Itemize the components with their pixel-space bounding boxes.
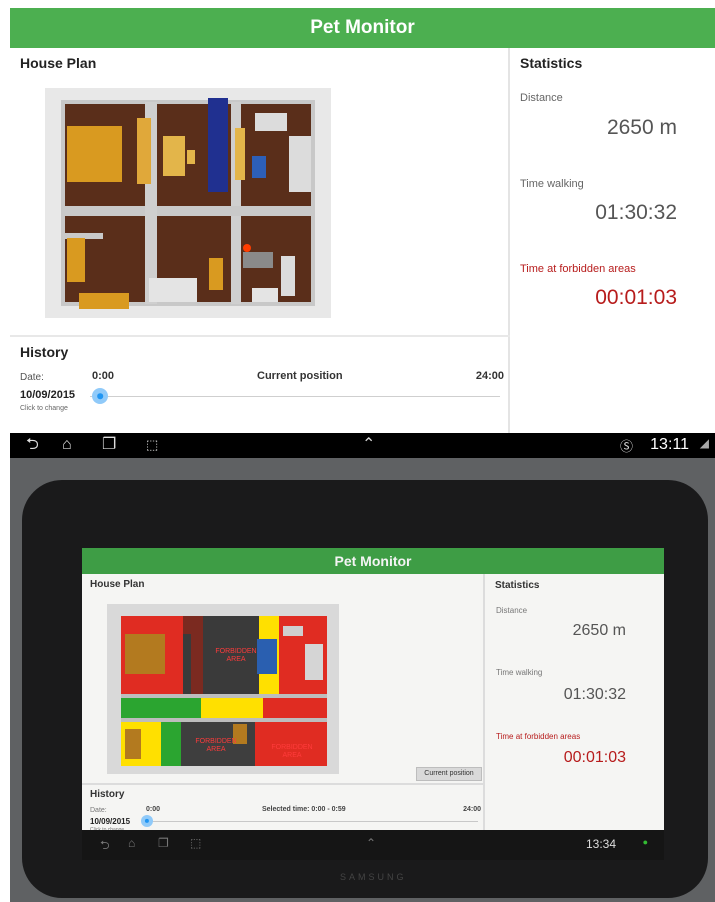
tablet-history-section: History Date: 10/09/2015 Click to change…	[82, 783, 485, 833]
distance-value: 2650 m	[606, 116, 677, 139]
history-slider-thumb[interactable]	[92, 388, 109, 404]
tablet-house-plan-panel: House Plan FORBIDDEN AREA FORBIDDEN AREA…	[82, 574, 485, 833]
recent-apps-icon[interactable]: ❐	[102, 435, 116, 455]
tablet-app-title: Pet Monitor	[334, 553, 412, 569]
system-navigation-bar: ⮌ ⌂ ❐ ⬚ ⌃ Ⓢ 13:11 ◢	[10, 433, 715, 458]
date-label: Date:	[20, 372, 44, 383]
tablet-date-label: Date:	[90, 807, 107, 814]
tablet-statistics-panel: Statistics Distance 2650 m Time walking …	[487, 574, 664, 830]
tablet-signal-icon: ●	[642, 837, 648, 847]
pet-location-marker	[243, 244, 251, 252]
distance-label: Distance	[520, 92, 563, 104]
statistics-title: Statistics	[520, 55, 583, 71]
tablet-time-walking-label: Time walking	[496, 668, 543, 677]
history-end-time: 24:00	[475, 370, 504, 382]
house-plan-panel: House Plan History Date: 10/09/2015 Clic…	[10, 48, 510, 433]
tablet-distance-value: 2650 m	[572, 622, 626, 639]
tablet-device: Pet Monitor House Plan FORBIDDEN AREA FO…	[22, 480, 708, 898]
tablet-slider-thumb[interactable]	[141, 815, 153, 827]
tablet-distance-label: Distance	[496, 606, 528, 615]
statistics-panel: Statistics Distance 2650 m Time walking …	[512, 48, 715, 433]
history-start-time: 0:00	[92, 370, 115, 382]
back-icon[interactable]: ⮌	[26, 435, 39, 455]
tablet-screenshot-icon[interactable]: ⬚	[190, 836, 201, 850]
chevron-up-icon[interactable]: ⌃	[362, 435, 375, 455]
selected-time-label: Selected time: 0:00 - 0:59	[262, 806, 346, 813]
tablet-history-start-time: 0:00	[146, 806, 161, 813]
forbidden-area-label-1: FORBIDDEN AREA	[215, 648, 257, 663]
tablet-history-end-time: 24:00	[463, 806, 481, 813]
date-change-hint[interactable]: Click to change	[20, 405, 68, 412]
tablet-chevron-up-icon[interactable]: ⌃	[366, 836, 376, 850]
tablet-house-plan-map[interactable]: FORBIDDEN AREA FORBIDDEN AREA FORBIDDEN …	[107, 604, 339, 774]
time-walking-label: Time walking	[520, 178, 584, 190]
signal-icon: ◢	[699, 436, 709, 450]
history-section: History Date: 10/09/2015 Click to change…	[10, 335, 510, 433]
time-walking-value: 01:30:32	[595, 201, 677, 224]
app-screenshot: Pet Monitor House Plan History Date: 10/…	[10, 8, 715, 433]
current-position-label: Current position	[257, 370, 343, 382]
home-icon[interactable]: ⌂	[62, 435, 72, 455]
history-title: History	[20, 344, 69, 360]
tablet-history-title: History	[90, 789, 125, 800]
forbidden-time-label: Time at forbidden areas	[520, 263, 636, 275]
floor-plan-graphic	[61, 98, 315, 309]
app-title: Pet Monitor	[310, 17, 415, 38]
tablet-forbidden-time-value: 00:01:03	[563, 749, 626, 766]
tablet-photo: Pet Monitor House Plan FORBIDDEN AREA FO…	[10, 458, 715, 902]
forbidden-area-label-3: FORBIDDEN AREA	[271, 744, 313, 759]
tablet-recent-apps-icon[interactable]: ❐	[158, 836, 169, 850]
tablet-back-icon[interactable]: ⮌	[100, 836, 110, 857]
tablet-time-walking-value: 01:30:32	[563, 686, 626, 703]
house-plan-map[interactable]	[45, 88, 331, 318]
house-plan-title: House Plan	[20, 55, 97, 71]
samsung-logo: SAMSUNG	[340, 872, 407, 882]
tablet-navigation-bar: ⮌ ⌂ ❐ ⬚ ⌃ 13:34 ●	[82, 830, 664, 860]
tablet-slider-track[interactable]	[142, 821, 478, 822]
sync-icon: Ⓢ	[619, 439, 633, 454]
tablet-statistics-title: Statistics	[495, 580, 540, 591]
tablet-home-icon[interactable]: ⌂	[128, 836, 135, 850]
date-value[interactable]: 10/09/2015	[20, 389, 75, 401]
status-clock: 13:11	[650, 436, 689, 453]
tablet-forbidden-time-label: Time at forbidden areas	[496, 732, 581, 741]
tablet-screen: Pet Monitor House Plan FORBIDDEN AREA FO…	[82, 548, 664, 860]
tablet-date-value[interactable]: 10/09/2015	[90, 817, 130, 826]
tablet-house-plan-title: House Plan	[90, 579, 145, 590]
history-slider-track[interactable]	[90, 396, 500, 397]
app-title-bar: Pet Monitor	[10, 8, 715, 48]
forbidden-time-value: 00:01:03	[595, 286, 677, 309]
current-position-button[interactable]: Current position	[416, 767, 482, 781]
tablet-status-clock: 13:34	[585, 837, 616, 851]
forbidden-area-label-2: FORBIDDEN AREA	[195, 738, 237, 753]
tablet-app-title-bar: Pet Monitor	[82, 548, 664, 574]
screenshot-icon[interactable]: ⬚	[146, 435, 158, 455]
